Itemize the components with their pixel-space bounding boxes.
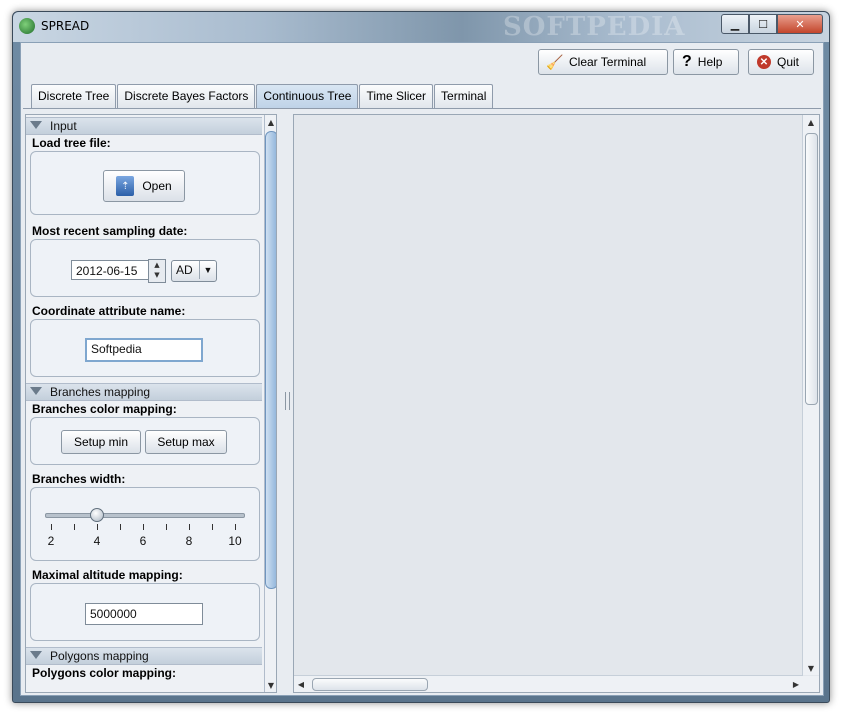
slider-tick bbox=[235, 524, 236, 530]
load-tree-label: Load tree file: bbox=[32, 136, 111, 150]
triangle-down-icon bbox=[30, 387, 42, 395]
branches-section-label: Branches mapping bbox=[50, 385, 151, 399]
quit-button[interactable]: ✕ Quit bbox=[748, 49, 814, 75]
slider-tick bbox=[120, 524, 121, 530]
altitude-input[interactable]: 5000000 bbox=[85, 603, 203, 625]
scroll-left-icon[interactable]: ◀ bbox=[294, 676, 308, 692]
open-label: Open bbox=[142, 179, 172, 193]
broom-icon: 🧹 bbox=[546, 53, 564, 70]
tab-divider bbox=[23, 108, 821, 109]
branch-color-label: Branches color mapping: bbox=[32, 402, 177, 416]
sampling-date-label: Most recent sampling date: bbox=[32, 224, 188, 238]
date-spinner[interactable]: ▲ ▼ bbox=[148, 259, 166, 283]
slider-tick-label: 8 bbox=[185, 534, 193, 548]
right-hscroll-thumb[interactable] bbox=[312, 678, 428, 691]
clear-terminal-label: Clear Terminal bbox=[569, 55, 647, 69]
slider-tick bbox=[143, 524, 144, 530]
folder-open-icon: ⇡ bbox=[116, 176, 135, 196]
coordinate-group: Softpedia bbox=[30, 319, 260, 377]
branch-color-group: Setup min Setup max bbox=[30, 417, 260, 465]
polygons-color-label: Polygons color mapping: bbox=[32, 666, 177, 680]
branches-section-header[interactable]: Branches mapping bbox=[26, 383, 262, 401]
triangle-down-icon bbox=[30, 121, 42, 129]
clear-terminal-button[interactable]: 🧹 Clear Terminal bbox=[538, 49, 668, 75]
coordinate-label: Coordinate attribute name: bbox=[32, 304, 186, 318]
quit-label: Quit bbox=[777, 55, 800, 69]
scroll-corner bbox=[803, 676, 819, 692]
setup-min-button[interactable]: Setup min bbox=[61, 430, 141, 454]
coordinate-input[interactable]: Softpedia bbox=[85, 338, 203, 362]
close-circle-icon: ✕ bbox=[757, 55, 771, 69]
altitude-group: 5000000 bbox=[30, 583, 260, 641]
width-slider-track[interactable] bbox=[45, 513, 245, 518]
tab-time-slicer[interactable]: Time Slicer bbox=[359, 84, 434, 108]
input-section-label: Input bbox=[50, 119, 77, 133]
grip-icon bbox=[285, 392, 290, 410]
app-window: SPREAD SOFTPEDIA ▁ ☐ ✕ 🧹 Clear Terminal … bbox=[12, 11, 830, 703]
branch-width-label: Branches width: bbox=[32, 472, 126, 486]
help-button[interactable]: ? Help bbox=[673, 49, 739, 75]
title-bar[interactable]: SPREAD SOFTPEDIA ▁ ☐ ✕ bbox=[13, 12, 829, 42]
slider-tick-label: 10 bbox=[228, 534, 242, 548]
right-vertical-scrollbar[interactable]: ▲ ▼ bbox=[802, 115, 819, 675]
scroll-up-icon[interactable]: ▲ bbox=[803, 115, 819, 129]
polygons-section-label: Polygons mapping bbox=[50, 649, 149, 663]
era-value: AD bbox=[176, 263, 193, 277]
scroll-up-icon[interactable]: ▲ bbox=[265, 115, 276, 129]
slider-tick bbox=[166, 524, 167, 530]
altitude-label: Maximal altitude mapping: bbox=[32, 568, 183, 582]
maximize-button[interactable]: ☐ bbox=[749, 14, 777, 34]
slider-tick-label: 4 bbox=[93, 534, 101, 548]
slider-tick-label: 6 bbox=[139, 534, 147, 548]
close-button[interactable]: ✕ bbox=[777, 14, 823, 34]
help-label: Help bbox=[697, 55, 723, 69]
date-field[interactable]: 2012-06-15 bbox=[71, 260, 153, 280]
slider-tick bbox=[189, 524, 190, 530]
setup-max-button[interactable]: Setup max bbox=[145, 430, 227, 454]
tab-bar: Discrete Tree Discrete Bayes Factors Con… bbox=[31, 84, 494, 108]
tab-discrete-tree[interactable]: Discrete Tree bbox=[31, 84, 117, 108]
split-divider[interactable] bbox=[283, 114, 291, 691]
polygons-section-header[interactable]: Polygons mapping bbox=[26, 647, 262, 665]
minimize-button[interactable]: ▁ bbox=[721, 14, 749, 34]
load-tree-group: ⇡ Open bbox=[30, 151, 260, 215]
left-scroll-thumb[interactable] bbox=[265, 131, 276, 589]
input-section-header[interactable]: Input bbox=[26, 117, 262, 135]
client-area: 🧹 Clear Terminal ? Help ✕ Quit Discrete … bbox=[20, 42, 824, 696]
right-horizontal-scrollbar[interactable]: ◀ ▶ bbox=[294, 675, 803, 692]
map-canvas-panel[interactable]: ▲ ▼ ◀ ▶ bbox=[293, 114, 820, 693]
triangle-down-icon bbox=[30, 651, 42, 659]
close-icon: ✕ bbox=[795, 17, 805, 31]
settings-panel: Input Load tree file: ⇡ Open Most recent… bbox=[25, 114, 277, 693]
slider-tick bbox=[74, 524, 75, 530]
open-button[interactable]: ⇡ Open bbox=[103, 170, 185, 202]
era-select[interactable]: AD ▼ bbox=[171, 260, 217, 282]
tab-discrete-bayes-factors[interactable]: Discrete Bayes Factors bbox=[117, 84, 256, 108]
spinner-up-icon[interactable]: ▲ bbox=[149, 260, 165, 270]
tab-continuous-tree[interactable]: Continuous Tree bbox=[256, 84, 359, 108]
question-icon: ? bbox=[682, 53, 692, 70]
minimize-icon: ▁ bbox=[730, 17, 740, 31]
window-controls: ▁ ☐ ✕ bbox=[721, 14, 823, 34]
tab-terminal[interactable]: Terminal bbox=[434, 84, 494, 108]
watermark: SOFTPEDIA bbox=[503, 12, 686, 42]
window-title: SPREAD bbox=[41, 19, 90, 33]
slider-tick bbox=[51, 524, 52, 530]
scroll-down-icon[interactable]: ▼ bbox=[265, 678, 276, 692]
scroll-down-icon[interactable]: ▼ bbox=[803, 661, 819, 675]
app-icon bbox=[19, 18, 35, 34]
maximize-icon: ☐ bbox=[758, 17, 768, 31]
branch-width-group: 2 4 6 8 10 bbox=[30, 487, 260, 561]
slider-tick bbox=[97, 524, 98, 530]
scroll-right-icon[interactable]: ▶ bbox=[789, 676, 803, 692]
width-slider-thumb[interactable] bbox=[90, 508, 104, 522]
spinner-down-icon[interactable]: ▼ bbox=[149, 270, 165, 280]
right-vscroll-thumb[interactable] bbox=[805, 133, 818, 405]
chevron-down-icon: ▼ bbox=[199, 261, 216, 279]
slider-tick bbox=[212, 524, 213, 530]
left-scrollbar[interactable]: ▲ ▼ bbox=[264, 115, 276, 692]
slider-tick-label: 2 bbox=[47, 534, 55, 548]
sampling-date-group: 2012-06-15 ▲ ▼ AD ▼ bbox=[30, 239, 260, 297]
